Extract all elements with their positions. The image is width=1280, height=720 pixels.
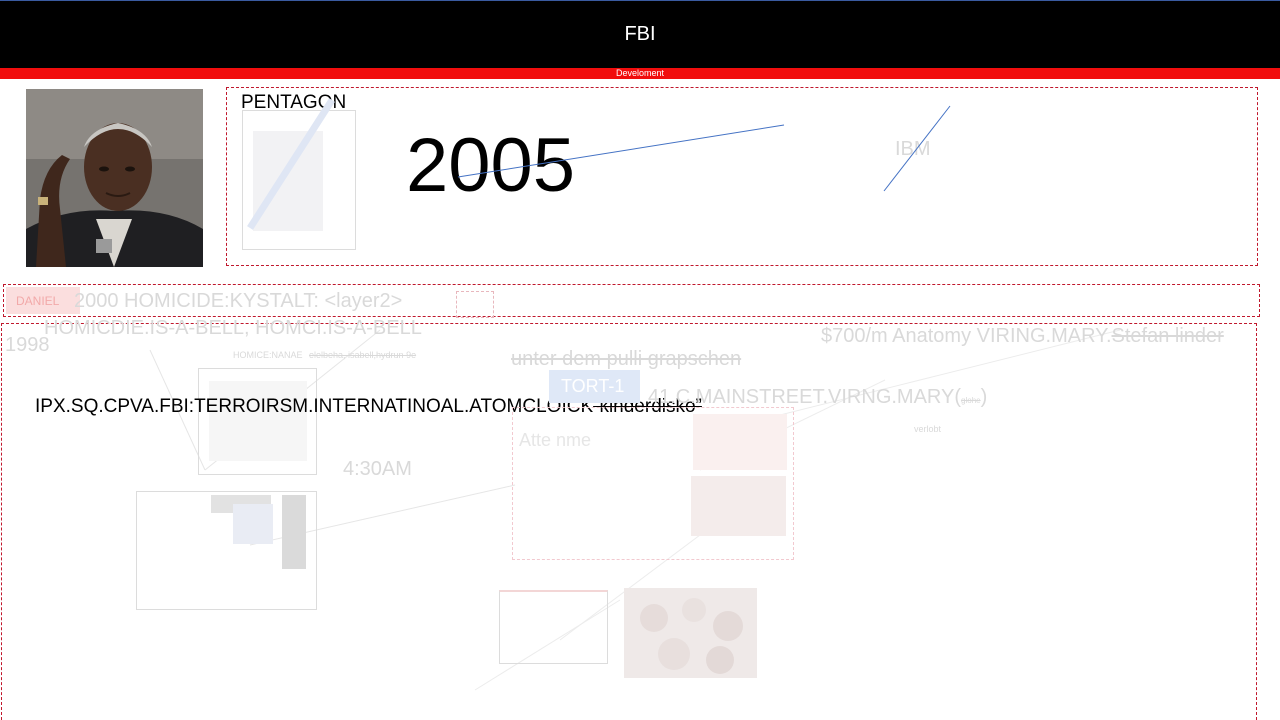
phrase-label: unter dem pulli grapschen	[511, 348, 742, 370]
faint-card-c	[499, 590, 608, 664]
tort-label: TORT-1	[561, 376, 625, 396]
main-text-body: IPX.SQ.CPVA.FBI:TERROIRSM.INTERNATINOAL.…	[35, 396, 594, 417]
faint-card-a	[198, 368, 317, 475]
right-label: $700/m Anatomy VIRING.MARY.Stefan linder	[821, 325, 1224, 348]
caption-nanae: HOMICE:NANAE	[233, 350, 303, 360]
street-prefix: 41.C.MAINSTREET.VIRNG.MARY(	[648, 386, 962, 408]
strip-text: 2000 HOMICIDE:KYSTALT: <layer2>	[74, 290, 403, 312]
inner-faint: Atte nme	[519, 430, 592, 450]
strip-tag: DANIEL	[6, 287, 80, 314]
time-label: 4:30AM	[343, 458, 412, 480]
faint-card-b	[136, 491, 317, 610]
strip-panel: DANIEL 2000 HOMICIDE:KYSTALT: <layer2>	[3, 284, 1260, 318]
street-label: 41.C.MAINSTREET.VIRNG.MARY(glohe)	[648, 386, 987, 409]
year-1998: 1998	[5, 334, 50, 356]
street-sub: verlobt	[914, 424, 942, 434]
street-small: glohe	[961, 396, 981, 405]
strip-mini-box	[456, 291, 494, 318]
tort-tag: TORT-1	[549, 370, 640, 403]
right-struck: Stefan linder	[1111, 325, 1224, 347]
faint-panel: Atte nme	[512, 407, 794, 560]
caption-names: elelbeha, isabell,hydrun 9e	[309, 350, 417, 360]
right-text: $700/m Anatomy VIRING.MARY.	[821, 325, 1112, 347]
strip-tag-label: DANIEL	[16, 294, 60, 308]
board-line1: HOMICDIE.IS-A-BELL, HOMCI.IS-A-BELL	[44, 317, 422, 339]
street-suffix: )	[980, 386, 988, 408]
crowd-photo	[624, 588, 757, 678]
